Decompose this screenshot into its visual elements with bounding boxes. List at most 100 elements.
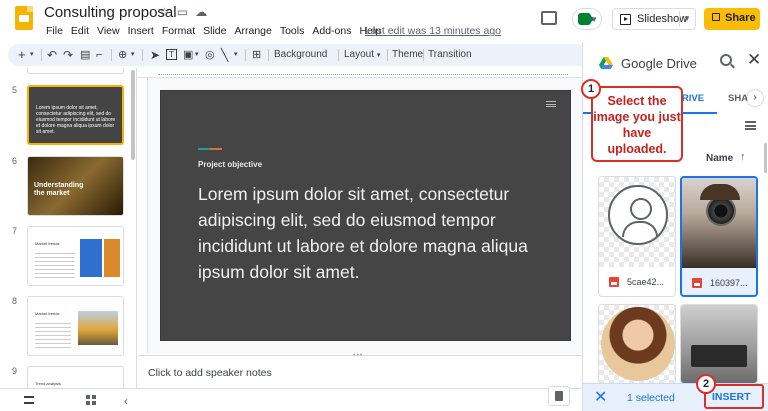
star-icon[interactable]: ☆: [159, 5, 170, 19]
divider: [423, 49, 424, 61]
step2-badge: 2: [696, 374, 716, 394]
chevron-down-icon[interactable]: ▾: [195, 47, 199, 63]
list-view-icon[interactable]: [745, 121, 756, 130]
theme-button[interactable]: Theme: [392, 47, 423, 63]
filmstrip-view-icon[interactable]: [24, 396, 34, 404]
thumbnail-lines: [35, 253, 75, 281]
file-card[interactable]: 5cae42...: [598, 176, 676, 297]
menu-format[interactable]: Format: [158, 25, 199, 37]
zoom-icon[interactable]: ⊕: [118, 47, 127, 63]
close-icon[interactable]: ✕: [747, 50, 761, 70]
document-title[interactable]: Consulting proposal: [44, 4, 177, 21]
horizontal-ruler: [138, 68, 582, 78]
filmstrip-scrollbar[interactable]: [131, 70, 135, 160]
menu-insert[interactable]: Insert: [124, 25, 158, 37]
chevron-down-icon[interactable]: ▾: [30, 47, 34, 63]
bottom-bar: ‹: [0, 388, 582, 411]
line-icon[interactable]: ╲: [221, 47, 228, 63]
menu-tools[interactable]: Tools: [276, 25, 309, 37]
close-icon[interactable]: ✕: [594, 387, 607, 407]
text-box-icon[interactable]: T: [166, 49, 177, 60]
redo-icon[interactable]: ↷: [63, 47, 73, 63]
last-edit-link[interactable]: Last edit was 13 minutes ago: [365, 25, 501, 37]
thumbnail-text: Market trends: [35, 311, 60, 316]
slide-thumbnail-7[interactable]: Market trends: [27, 226, 124, 286]
file-card[interactable]: [680, 304, 758, 384]
move-folder-icon[interactable]: ▭: [177, 5, 188, 19]
divider: [268, 49, 269, 61]
grid-view-icon[interactable]: [86, 395, 96, 405]
undo-icon[interactable]: ↶: [47, 47, 57, 63]
camera-lens-icon: [706, 196, 736, 226]
file-thumbnail: [682, 178, 756, 268]
divider: [245, 49, 246, 61]
print-icon[interactable]: ▤: [80, 47, 90, 63]
drive-panel-title: Google Drive: [621, 56, 697, 71]
add-comment-icon[interactable]: ⊞: [252, 47, 261, 63]
toolbar: + ▾ ↶ ↷ ▤ ⌐ ⊕ ▾ ➤ T ▣ ▾ ◎ ╲ ▾ ⊞ Backgrou…: [8, 44, 590, 66]
slideshow-button[interactable]: Slideshow ▼: [612, 8, 696, 30]
divider: [142, 49, 143, 61]
chevron-down-icon[interactable]: ▾: [234, 47, 238, 63]
image-file-icon: [609, 277, 619, 287]
arrow-up-icon[interactable]: ↑: [740, 151, 746, 163]
menu-arrange[interactable]: Arrange: [230, 25, 275, 37]
thumbnail-lines: [35, 323, 71, 349]
slides-logo-icon[interactable]: [15, 6, 33, 30]
truck-shape: [691, 345, 747, 367]
lock-icon: [712, 13, 720, 21]
slide-number: 5: [12, 85, 18, 95]
resize-handle[interactable]: •••: [353, 352, 363, 359]
file-card-selected[interactable]: 160397...: [680, 176, 758, 297]
chevron-right-icon[interactable]: ›: [747, 90, 763, 106]
slide-thumbnail-6[interactable]: Understanding the market: [27, 156, 124, 216]
menu-file[interactable]: File: [42, 25, 67, 37]
search-icon[interactable]: [720, 54, 732, 66]
explore-button[interactable]: [548, 386, 570, 406]
slide-thumbnail-9[interactable]: Trend analysis: [27, 366, 124, 388]
slide-subtitle[interactable]: Project objective: [198, 160, 262, 169]
current-slide[interactable]: Project objective Lorem ipsum dolor sit …: [160, 90, 571, 341]
slide-thumbnail-4[interactable]: [27, 68, 124, 74]
slide-thumbnail-5[interactable]: Lorem ipsum dolor sit amet, consectetur …: [27, 85, 124, 145]
speaker-notes[interactable]: ••• Click to add speaker notes: [138, 352, 582, 388]
accent-bar-orange: [210, 148, 222, 150]
slide-body-text[interactable]: Lorem ipsum dolor sit amet, consectetur …: [198, 181, 548, 285]
accent-bar-teal: [198, 148, 210, 150]
meet-button[interactable]: ▼: [572, 8, 602, 30]
slide-number: 7: [12, 226, 18, 236]
menu-slide[interactable]: Slide: [199, 25, 230, 37]
image-file-icon: [692, 278, 702, 288]
menu-bar: File Edit View Insert Format Slide Arran…: [42, 25, 385, 37]
chevron-down-icon[interactable]: ▾: [131, 47, 135, 63]
chevron-down-icon[interactable]: ▼: [683, 14, 691, 23]
layout-label: Layout: [344, 49, 375, 60]
transition-button[interactable]: Transition: [428, 47, 472, 63]
file-name: 5cae42...: [627, 277, 665, 287]
paint-format-icon[interactable]: ⌐: [96, 47, 102, 63]
slide-thumbnail-8[interactable]: Market trends: [27, 296, 124, 356]
shape-icon[interactable]: ◎: [205, 47, 215, 63]
background-button[interactable]: Background: [274, 47, 327, 63]
chevron-left-icon[interactable]: ‹: [124, 394, 128, 408]
thumbnail-image: [104, 239, 120, 277]
speaker-notes-placeholder: Click to add speaker notes: [148, 367, 272, 379]
layout-button[interactable]: Layout ▾: [344, 47, 380, 63]
image-icon[interactable]: ▣: [183, 47, 193, 63]
share-button[interactable]: Share: [704, 8, 760, 30]
comment-history-icon[interactable]: [541, 11, 557, 25]
slide-number: 9: [12, 366, 18, 376]
menu-addons[interactable]: Add-ons: [308, 25, 355, 37]
sort-name-label[interactable]: Name: [706, 153, 733, 164]
hair-shape: [700, 184, 740, 200]
cloud-status-icon[interactable]: ☁: [195, 5, 207, 19]
user-placeholder-icon: [608, 185, 668, 245]
file-thumbnail: [599, 177, 675, 267]
select-cursor-icon[interactable]: ➤: [150, 47, 160, 63]
file-card[interactable]: [598, 304, 676, 384]
new-slide-icon[interactable]: +: [18, 47, 26, 63]
menu-view[interactable]: View: [93, 25, 124, 37]
menu-edit[interactable]: Edit: [67, 25, 93, 37]
divider: [387, 49, 388, 61]
drive-scrollbar[interactable]: [764, 143, 767, 173]
